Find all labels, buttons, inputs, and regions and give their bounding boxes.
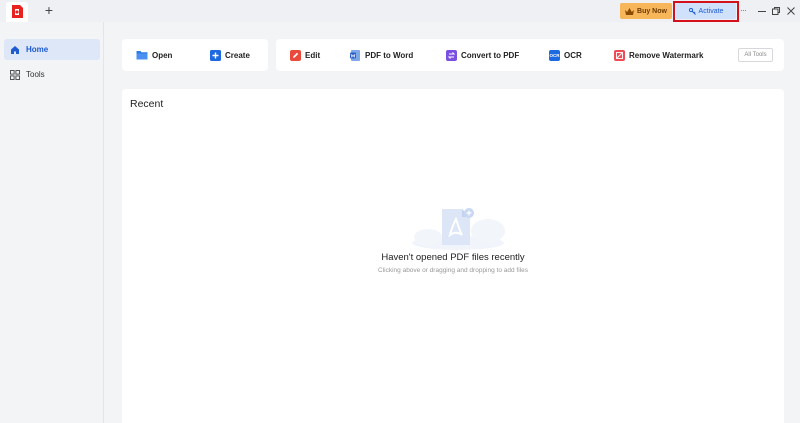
edit-label: Edit	[305, 50, 321, 60]
highlight-box	[673, 1, 739, 22]
sidebar: Home Tools	[0, 22, 104, 423]
edit-button[interactable]: Edit	[290, 49, 320, 61]
ocr-button[interactable]: OCR OCR	[549, 49, 582, 61]
buy-now-label: Buy Now	[637, 7, 667, 15]
crown-icon	[625, 7, 635, 15]
home-icon	[11, 45, 19, 54]
tools-card: Edit PDF to Word Convert to PDF OCR OCR …	[276, 39, 784, 71]
file-actions-card: Open Create	[122, 39, 268, 71]
restore-icon	[772, 7, 780, 15]
recent-title: Recent	[130, 98, 164, 110]
watermark-icon	[614, 49, 625, 61]
convert-to-pdf-button[interactable]: Convert to PDF	[446, 49, 519, 61]
remove-watermark-button[interactable]: Remove Watermark	[614, 49, 703, 61]
open-button[interactable]: Open	[136, 49, 172, 61]
ocr-icon: OCR	[549, 49, 560, 61]
edit-icon	[290, 49, 301, 61]
sidebar-item-label: Tools	[26, 70, 45, 79]
ocr-label: OCR	[564, 50, 582, 60]
pdf-to-word-label: PDF to Word	[365, 50, 414, 60]
title-bar: + Buy Now Activate ···	[0, 0, 800, 22]
convert-to-pdf-label: Convert to PDF	[461, 50, 520, 60]
minimize-icon	[758, 11, 766, 12]
restore-button[interactable]	[771, 4, 781, 16]
word-icon	[350, 49, 360, 61]
all-tools-button[interactable]: All Tools	[738, 48, 773, 62]
remove-watermark-label: Remove Watermark	[629, 50, 704, 60]
sidebar-item-label: Home	[26, 45, 49, 54]
app-logo[interactable]	[6, 2, 28, 22]
minimize-button[interactable]	[757, 4, 767, 16]
close-button[interactable]	[786, 4, 796, 16]
empty-state-title: Haven't opened PDF files recently	[381, 252, 525, 263]
folder-icon	[136, 51, 148, 60]
grid-icon	[10, 69, 20, 80]
plus-square-icon	[210, 49, 221, 61]
more-options-button[interactable]: ···	[740, 5, 747, 15]
sidebar-item-tools[interactable]: Tools	[4, 64, 100, 85]
create-label: Create	[225, 50, 250, 60]
open-label: Open	[152, 50, 173, 60]
sidebar-item-home[interactable]: Home	[4, 39, 100, 60]
empty-state-subtitle: Clicking above or dragging and dropping …	[378, 267, 528, 274]
new-tab-button[interactable]: +	[42, 3, 56, 17]
create-button[interactable]: Create	[210, 49, 250, 61]
pdf-to-word-button[interactable]: PDF to Word	[350, 49, 413, 61]
close-icon	[787, 7, 795, 15]
buy-now-button[interactable]: Buy Now	[620, 3, 672, 19]
empty-files-illustration	[412, 208, 505, 250]
recent-panel: Recent Haven't opened PDF files recently…	[122, 89, 784, 423]
convert-icon	[446, 49, 457, 61]
